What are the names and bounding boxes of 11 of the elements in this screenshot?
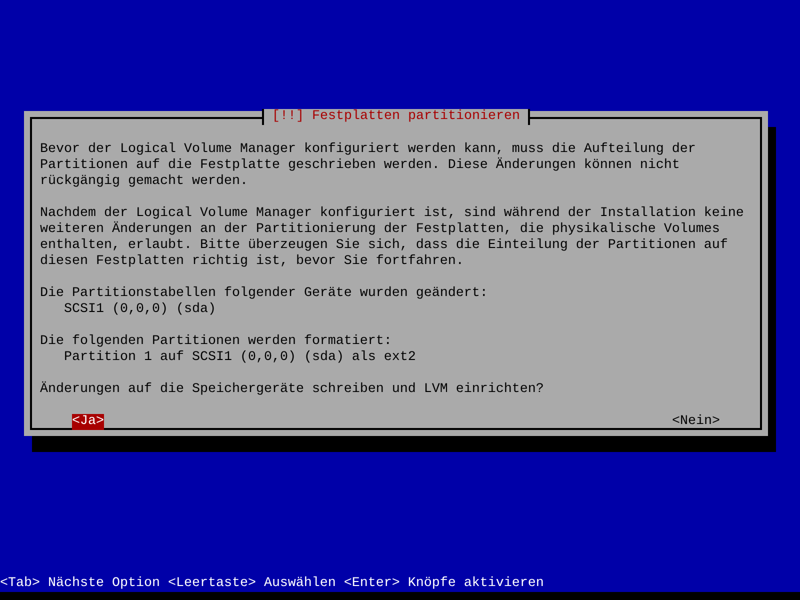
list-heading: Die folgenden Partitionen werden formatiert: [40, 334, 393, 350]
message-paragraph: Nachdem der Logical Volume Manager konfiguriert ist, sind während der Installation keine weiteren Änderungen an der Partitionierung der Festplatten, die physikalische Volumes enthalten, erlaubt. Bitte überzeugen Sie sich, dass die Einteilung der Partitionen auf diesen Festplatten richtig ist, bevor Sie fortfahren. [40, 206, 745, 270]
dialog-button[interactable]: <Nein> [672, 414, 720, 430]
list-item: SCSI1 (0,0,0) (sda) [63, 302, 217, 318]
question-text: Änderungen auf die Speichergeräte schreiben und LVM einrichten? [40, 382, 545, 398]
list-heading: Die Partitionstabellen folgender Geräte wurden geändert: [40, 286, 489, 302]
dialog-title: [!!] Festplatten partitionieren [262, 109, 530, 125]
list-item: Partition 1 auf SCSI1 (0,0,0) (sda) als ext2 [63, 350, 417, 366]
message-paragraph: Bevor der Logical Volume Manager konfiguriert werden kann, muss die Aufteilung der Partitionen auf die Festplatte geschrieben werden. Diese Änderungen können nicht rückgängig gemacht werden. [40, 142, 697, 190]
dialog-button[interactable]: <Ja> [72, 414, 104, 430]
status-bar-hint: <Tab> Nächste Option <Leertaste> Auswählen <Enter> Knöpfe aktivieren [0, 576, 545, 592]
